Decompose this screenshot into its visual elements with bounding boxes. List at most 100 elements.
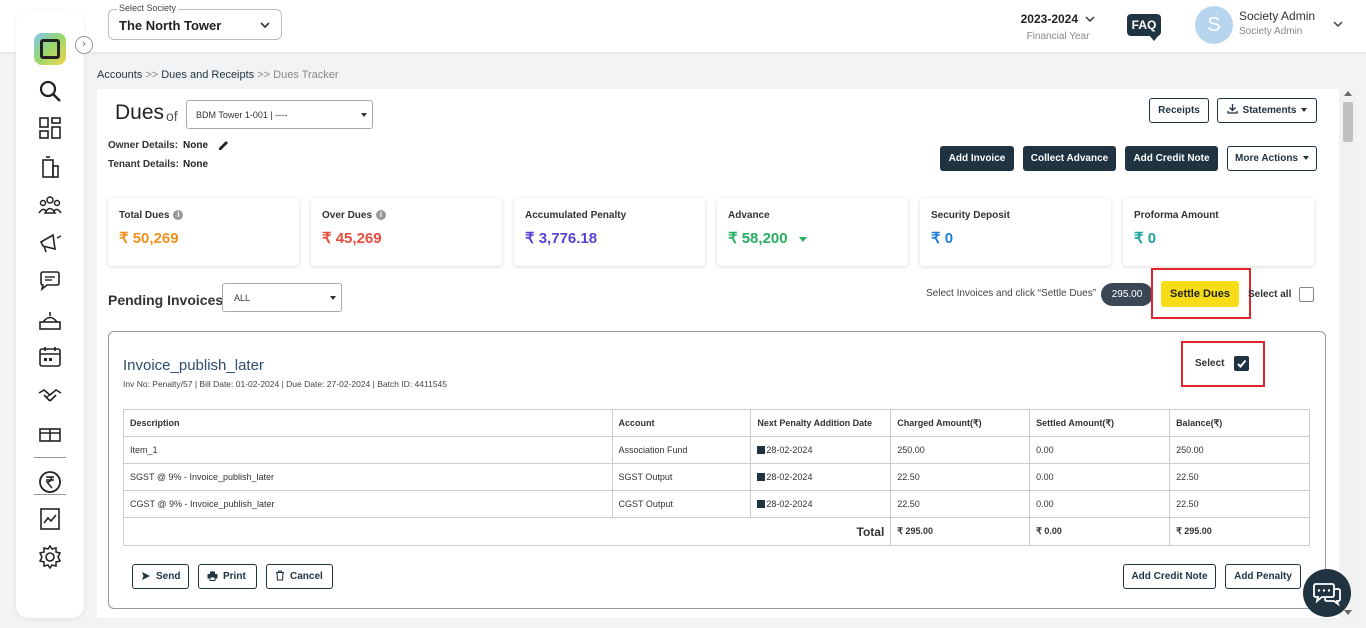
summary-card-total-dues: Total Dues i ₹ 50,269 [108, 198, 299, 266]
settle-hint-text: Select Invoices and click “Settle Dues” [926, 288, 1097, 299]
members-icon[interactable] [37, 192, 63, 218]
invoice-filter-select[interactable]: ALL [222, 283, 342, 312]
sidebar-divider [34, 457, 66, 458]
cell-account: CGST Output [611, 490, 752, 518]
parking-icon[interactable] [37, 421, 63, 447]
summary-card-value: ₹ 3,776.18 [525, 230, 598, 247]
chevron-down-icon[interactable] [1332, 19, 1344, 29]
cell-charged: 250.00 [890, 436, 1031, 464]
calendar-icon [757, 446, 766, 454]
pencil-icon[interactable] [217, 139, 230, 152]
invoice-filter-value: ALL [234, 293, 251, 303]
print-button[interactable]: Print [198, 564, 257, 589]
tenant-details-label: Tenant Details: [108, 159, 179, 170]
flat-select-value: BDM Tower 1-001 | ---- [196, 110, 288, 120]
sidebar-collapse-button[interactable]: › [75, 36, 93, 54]
sidebar-divider [34, 494, 66, 495]
sidebar [16, 11, 84, 618]
chevron-down-icon [1085, 16, 1095, 23]
user-role: Society Admin [1239, 26, 1303, 37]
receipts-button[interactable]: Receipts [1149, 98, 1209, 123]
gear-icon[interactable] [37, 544, 63, 570]
select-all-checkbox[interactable] [1299, 287, 1314, 302]
page-scrollbar[interactable] [1340, 89, 1356, 618]
owner-details-value: None [183, 140, 208, 151]
cell-account: SGST Output [611, 463, 752, 491]
cell-settled: 0.00 [1029, 490, 1171, 518]
invoice-table: Description Account Next Penalty Additio… [122, 409, 1310, 546]
print-label: Print [223, 571, 246, 582]
handshake-icon[interactable] [37, 383, 63, 409]
cell-balance: 22.50 [1169, 463, 1310, 491]
rupee-icon[interactable] [37, 469, 63, 495]
app-logo[interactable] [34, 33, 66, 65]
send-button[interactable]: Send [132, 564, 189, 589]
breadcrumb-dues-receipts[interactable]: Dues and Receipts [161, 69, 254, 81]
avatar[interactable]: S [1195, 6, 1233, 44]
society-select[interactable]: Select Society The North Tower [108, 3, 282, 40]
breadcrumb-separator: >> [257, 69, 271, 81]
breadcrumb: Accounts >> Dues and Receipts >> Dues Tr… [97, 69, 339, 81]
tenant-details-value: None [183, 159, 208, 170]
financial-year-label: Financial Year [1026, 31, 1090, 42]
chat-icon[interactable] [37, 268, 63, 294]
highlight-box [1181, 341, 1265, 387]
megaphone-icon[interactable] [37, 230, 63, 256]
total-balance: ₹ 295.00 [1169, 517, 1310, 546]
calendar-icon[interactable] [37, 344, 63, 370]
summary-card-advance: Advance ₹ 58,200 [717, 198, 908, 266]
add-penalty-button[interactable]: Add Penalty [1225, 564, 1301, 589]
collect-advance-button[interactable]: Collect Advance [1023, 146, 1116, 171]
more-actions-button[interactable]: More Actions [1227, 146, 1317, 171]
cancel-label: Cancel [290, 571, 323, 582]
info-icon[interactable]: i [173, 210, 184, 221]
breadcrumb-accounts[interactable]: Accounts [97, 69, 142, 81]
highlight-box [1151, 268, 1251, 319]
send-label: Send [156, 571, 181, 582]
cell-balance: 22.50 [1169, 490, 1310, 518]
calendar-icon [757, 473, 766, 481]
download-icon [1226, 104, 1238, 114]
summary-card-proforma-amount: Proforma Amount ₹ 0 [1123, 198, 1314, 266]
summary-card-value: ₹ 58,200 [728, 230, 788, 247]
total-settled: ₹ 0.00 [1029, 517, 1171, 546]
cell-charged: 22.50 [890, 490, 1031, 518]
send-icon [142, 572, 150, 580]
financial-year-select[interactable]: 2023-2024 Financial Year [1016, 12, 1100, 42]
cell-balance: 250.00 [1169, 436, 1310, 464]
flat-select[interactable]: BDM Tower 1-001 | ---- [186, 100, 373, 129]
dashboard-icon[interactable] [37, 115, 63, 141]
breadcrumb-separator: >> [145, 69, 159, 81]
faq-button[interactable]: FAQ [1127, 14, 1161, 41]
summary-card-security-deposit: Security Deposit ₹ 0 [920, 198, 1111, 266]
reports-icon[interactable] [37, 506, 63, 532]
cell-penalty-date: 28-02-2024 [750, 490, 892, 518]
cancel-button[interactable]: Cancel [266, 564, 333, 589]
building-icon[interactable] [37, 154, 63, 180]
summary-card-value: ₹ 0 [1134, 230, 1157, 247]
total-label: Total [122, 517, 892, 546]
page-title-of: of [166, 108, 178, 124]
add-credit-note-button[interactable]: Add Credit Note [1125, 146, 1218, 171]
statements-label: Statements [1242, 105, 1297, 116]
summary-card-value: ₹ 45,269 [322, 230, 382, 247]
summary-card-value: ₹ 50,269 [119, 230, 179, 247]
society-select-label: Select Society [117, 3, 179, 13]
summary-card-title: Accumulated Penalty [525, 210, 627, 221]
search-icon[interactable] [37, 78, 63, 104]
chat-bubbles-icon [1313, 583, 1341, 607]
summary-card-title: Advance [728, 210, 770, 221]
caret-down-icon[interactable] [798, 236, 807, 242]
cell-settled: 0.00 [1029, 463, 1171, 491]
add-invoice-button[interactable]: Add Invoice [940, 146, 1014, 171]
column-header: Description [123, 409, 613, 437]
invoice-add-credit-note-button[interactable]: Add Credit Note [1123, 564, 1216, 589]
info-icon[interactable]: i [376, 210, 387, 221]
statements-button[interactable]: Statements [1217, 98, 1317, 123]
support-chat-button[interactable] [1303, 569, 1351, 617]
column-header: Charged Amount(₹) [890, 409, 1031, 437]
owner-details-label: Owner Details: [108, 140, 179, 151]
helpdesk-icon[interactable] [37, 307, 63, 333]
column-header: Next Penalty Addition Date [750, 409, 892, 437]
column-header: Balance(₹) [1169, 409, 1310, 437]
